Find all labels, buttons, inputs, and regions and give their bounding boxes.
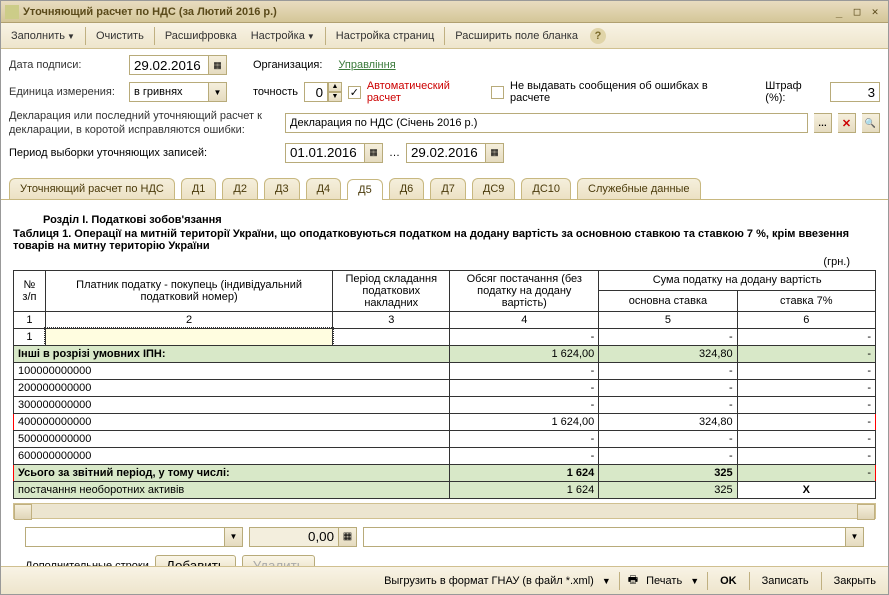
clear-button[interactable]: Очистить xyxy=(90,27,150,45)
period-from-input[interactable] xyxy=(285,143,365,163)
export-button[interactable]: Выгрузить в формат ГНАУ (в файл *.xml) xyxy=(380,573,598,589)
lookup-icon[interactable]: 🔍 xyxy=(862,113,880,133)
toolbar: Заполнить▼ Очистить Расшифровка Настройк… xyxy=(1,23,888,49)
unit-select[interactable]: в гривнях xyxy=(129,82,209,102)
tab-service[interactable]: Служебные данные xyxy=(577,178,701,199)
table-title: Таблиця 1. Операції на митній території … xyxy=(13,228,876,252)
table-row[interactable]: 500000000000--- xyxy=(14,430,876,447)
period-sep: … xyxy=(389,147,400,159)
ok-button[interactable]: OK xyxy=(716,573,741,589)
col-rate7: ставка 7% xyxy=(737,291,875,312)
table-row[interactable]: 600000000000--- xyxy=(14,447,876,464)
horizontal-scrollbar[interactable] xyxy=(13,503,876,519)
chevron-down-icon[interactable]: ▼ xyxy=(225,527,243,547)
minimize-button[interactable]: _ xyxy=(830,4,848,20)
table-row[interactable]: Усього за звітний період, у тому числі:1… xyxy=(14,464,876,481)
noerrors-label: Не выдавать сообщения об ошибках в расче… xyxy=(510,80,747,104)
calendar-icon[interactable]: ▦ xyxy=(365,143,383,163)
tab-d7[interactable]: Д7 xyxy=(430,178,466,199)
col-main-rate: основна ставка xyxy=(599,291,737,312)
table-row[interactable]: 100000000000--- xyxy=(14,362,876,379)
chevron-down-icon[interactable]: ▼ xyxy=(846,527,864,547)
fill-button[interactable]: Заполнить▼ xyxy=(5,27,81,45)
add-button[interactable]: Добавить xyxy=(155,555,236,566)
tab-d3[interactable]: Д3 xyxy=(264,178,300,199)
tab-d4[interactable]: Д4 xyxy=(306,178,342,199)
col-tax-group: Сума податку на додану вартість xyxy=(599,270,876,291)
unit-label: Единица измерения: xyxy=(9,86,123,98)
unit-label: (грн.) xyxy=(13,256,850,268)
autocalc-checkbox[interactable]: ✓ xyxy=(348,86,361,99)
col-volume: Обсяг постачання (без податку на додану … xyxy=(450,270,599,311)
col-payer: Платник податку - покупець (індивідуальн… xyxy=(45,270,332,311)
col-period: Період складання податкових накладних xyxy=(333,270,450,311)
footer: Выгрузить в формат ГНАУ (в файл *.xml) ▼… xyxy=(1,566,888,594)
org-link[interactable]: Управління xyxy=(338,59,395,71)
calendar-icon[interactable]: ▦ xyxy=(209,55,227,75)
decl-desc: Декларация или последний уточняющий расч… xyxy=(9,109,279,138)
expand-button[interactable]: Расширить поле бланка xyxy=(449,27,584,45)
combo-field-2[interactable] xyxy=(363,527,846,547)
app-icon xyxy=(5,5,19,19)
window-title: Уточняющий расчет по НДС (за Лютий 2016 … xyxy=(23,6,830,18)
close-footer-button[interactable]: Закрыть xyxy=(830,573,880,589)
table-row[interactable]: Інші в розрізі умовних ІПН: 1 624,00 324… xyxy=(14,345,876,362)
sign-date-label: Дата подписи: xyxy=(9,59,123,71)
table-row[interactable]: 200000000000--- xyxy=(14,379,876,396)
table-row[interactable]: постачання необоротних активів1 624325X xyxy=(14,481,876,498)
tab-d5[interactable]: Д5 xyxy=(347,179,383,200)
tab-dc10[interactable]: ДС10 xyxy=(521,178,571,199)
selected-cell[interactable] xyxy=(45,328,332,345)
period-label: Период выборки уточняющих записей: xyxy=(9,147,279,159)
calendar-icon[interactable]: ▦ xyxy=(486,143,504,163)
close-button[interactable]: ✕ xyxy=(866,4,884,20)
tab-dc9[interactable]: ДС9 xyxy=(472,178,516,199)
tab-bar: Уточняющий расчет по НДС Д1 Д2 Д3 Д4 Д5 … xyxy=(1,174,888,200)
maximize-button[interactable]: □ xyxy=(848,4,866,20)
chevron-down-icon[interactable]: ▼ xyxy=(209,82,227,102)
table-row[interactable]: 1 - - - xyxy=(14,328,876,345)
delete-button: Удалить xyxy=(242,555,315,566)
precision-label: точность xyxy=(253,86,298,98)
clear-x-button[interactable]: ✕ xyxy=(838,113,856,133)
spin-up[interactable]: ▲ xyxy=(328,82,342,92)
save-button[interactable]: Записать xyxy=(758,573,813,589)
combo-field[interactable] xyxy=(25,527,225,547)
calculator-icon[interactable]: ▦ xyxy=(339,527,357,547)
precision-input[interactable] xyxy=(304,82,328,102)
period-to-input[interactable] xyxy=(406,143,486,163)
tab-d1[interactable]: Д1 xyxy=(181,178,217,199)
page-settings-button[interactable]: Настройка страниц xyxy=(330,27,441,45)
penalty-label: Штраф (%): xyxy=(765,80,824,104)
section-title: Розділ I. Податкові зобов'язання xyxy=(43,214,876,226)
table-row[interactable]: 4000000000001 624,00324,80- xyxy=(14,413,876,430)
readonly-value xyxy=(249,527,339,547)
print-button[interactable]: Печать xyxy=(642,573,686,589)
tab-d2[interactable]: Д2 xyxy=(222,178,258,199)
sign-date-input[interactable] xyxy=(129,55,209,75)
autocalc-label: Автоматический расчет xyxy=(367,80,485,104)
settings-button[interactable]: Настройка▼ xyxy=(245,27,321,45)
noerrors-checkbox[interactable] xyxy=(491,86,504,99)
org-label: Организация: xyxy=(253,59,322,71)
spin-down[interactable]: ▼ xyxy=(328,92,342,102)
penalty-input[interactable] xyxy=(830,82,880,102)
tab-d6[interactable]: Д6 xyxy=(389,178,425,199)
col-num: № з/п xyxy=(14,270,46,311)
table-row[interactable]: 300000000000--- xyxy=(14,396,876,413)
titlebar: Уточняющий расчет по НДС (за Лютий 2016 … xyxy=(1,1,888,23)
help-icon[interactable]: ? xyxy=(590,28,606,44)
decl-select[interactable]: Декларация по НДС (Січень 2016 р.) xyxy=(285,113,808,133)
data-table: № з/п Платник податку - покупець (індиві… xyxy=(13,270,876,499)
dots-button[interactable]: … xyxy=(814,113,832,133)
tab-main[interactable]: Уточняющий расчет по НДС xyxy=(9,178,175,199)
decode-button[interactable]: Расшифровка xyxy=(159,27,243,45)
